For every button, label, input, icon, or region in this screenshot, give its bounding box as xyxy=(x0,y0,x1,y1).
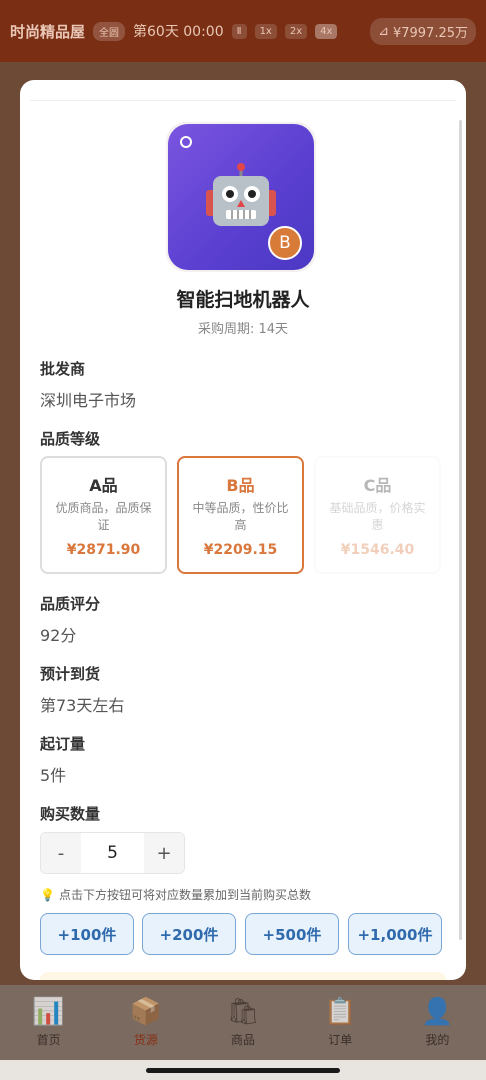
nav-orders[interactable]: 📋 订单 xyxy=(292,985,389,1060)
bottom-nav: 📊 首页 📦 货源 🛍 商品 📋 订单 👤 我的 xyxy=(0,985,486,1060)
add-200-button[interactable]: +200件 xyxy=(142,913,236,955)
nav-products-label: 商品 xyxy=(231,1033,256,1047)
quantity-stepper: - 5 + xyxy=(40,832,185,874)
grade-c-name: C品 xyxy=(363,476,392,495)
moq-value: 5件 xyxy=(40,766,67,785)
shopping-bag-icon: 🛍 xyxy=(226,997,260,1027)
summary-panel xyxy=(40,972,446,980)
nav-sourcing[interactable]: 📦 货源 xyxy=(97,985,194,1060)
grade-badge: B xyxy=(268,226,302,260)
quantity-hint: 💡 点击下方按钮可将对应数量累加到当前购买总数 xyxy=(40,886,311,903)
moq-label: 起订量 xyxy=(40,735,86,753)
clipboard-icon: 📋 xyxy=(324,997,357,1027)
game-day: 第60天 00:00 xyxy=(133,24,224,40)
pause-button[interactable]: Ⅱ xyxy=(231,23,247,39)
quality-score-label: 品质评分 xyxy=(40,595,101,613)
nav-sourcing-label: 货源 xyxy=(133,1033,158,1047)
grade-b-price: ¥2209.15 xyxy=(203,542,278,558)
wholesaler-label: 批发商 xyxy=(40,360,86,378)
product-image: B xyxy=(166,122,316,272)
product-name: 智能扫地机器人 xyxy=(176,289,310,311)
arrival-value: 第73天左右 xyxy=(40,696,125,715)
grade-b-desc: 中等品质，性价比高 xyxy=(192,501,289,532)
product-purchase-modal: B 智能扫地机器人 采购周期: 14天 批发商 深圳电子市场 品质等级 A品 优… xyxy=(20,80,466,980)
quality-grade-label: 品质等级 xyxy=(40,430,101,448)
nav-profile-label: 我的 xyxy=(425,1033,450,1047)
purchase-cycle: 采购周期: 14天 xyxy=(197,322,289,337)
money-value: ¥7997.25万 xyxy=(392,25,468,41)
modal-divider xyxy=(30,100,456,101)
mode-badge: 全圆 xyxy=(93,21,126,41)
lightbulb-icon: 💡 xyxy=(40,887,55,902)
add-100-button[interactable]: +100件 xyxy=(40,913,134,955)
arrival-label: 预计到货 xyxy=(40,665,101,683)
nav-profile[interactable]: 👤 我的 xyxy=(389,985,486,1060)
nav-home[interactable]: 📊 首页 xyxy=(0,985,97,1060)
top-bar: 时尚精品屋 全圆 第60天 00:00 Ⅱ 1x 2x 4x ⊿ ¥7997.2… xyxy=(0,0,486,62)
add-500-button[interactable]: +500件 xyxy=(245,913,339,955)
grade-a-name: A品 xyxy=(89,476,118,495)
quality-score-value: 92分 xyxy=(40,626,77,645)
grade-b-name: B品 xyxy=(226,476,255,495)
coin-icon: ⊿ xyxy=(378,23,389,39)
grade-card-c: C品 基础品质，价格实惠 ¥1546.40 xyxy=(314,456,441,574)
increase-button[interactable]: + xyxy=(144,833,184,873)
chart-icon: 📊 xyxy=(32,997,65,1027)
tile-dot xyxy=(180,136,192,148)
grade-card-b[interactable]: B品 中等品质，性价比高 ¥2209.15 xyxy=(177,456,304,574)
grade-a-price: ¥2871.90 xyxy=(66,542,141,558)
quantity-input[interactable]: 5 xyxy=(81,843,144,863)
nav-products[interactable]: 🛍 商品 xyxy=(194,985,291,1060)
speed-2x-button[interactable]: 2x xyxy=(284,23,308,39)
package-icon: 📦 xyxy=(129,997,162,1027)
shop-name: 时尚精品屋 xyxy=(10,22,86,41)
user-icon: 👤 xyxy=(421,997,454,1027)
nav-orders-label: 订单 xyxy=(328,1033,353,1047)
scrollbar[interactable] xyxy=(459,120,462,940)
money-display: ⊿ ¥7997.25万 xyxy=(370,17,476,45)
wholesaler-value: 深圳电子市场 xyxy=(40,391,137,410)
speed-1x-button[interactable]: 1x xyxy=(254,23,277,39)
nav-home-label: 首页 xyxy=(36,1033,61,1047)
robot-icon xyxy=(206,163,276,226)
speed-4x-button[interactable]: 4x xyxy=(315,23,338,39)
decrease-button[interactable]: - xyxy=(41,833,81,873)
quantity-label: 购买数量 xyxy=(40,805,101,823)
grade-a-desc: 优质商品，品质保证 xyxy=(55,501,152,532)
home-indicator xyxy=(146,1068,340,1073)
add-1000-button[interactable]: +1,000件 xyxy=(348,913,442,955)
grade-c-price: ¥1546.40 xyxy=(340,542,415,558)
grade-c-desc: 基础品质，价格实惠 xyxy=(329,501,426,532)
hint-text: 点击下方按钮可将对应数量累加到当前购买总数 xyxy=(58,888,311,902)
product-tile: B xyxy=(168,124,314,270)
grade-card-a[interactable]: A品 优质商品，品质保证 ¥2871.90 xyxy=(40,456,167,574)
